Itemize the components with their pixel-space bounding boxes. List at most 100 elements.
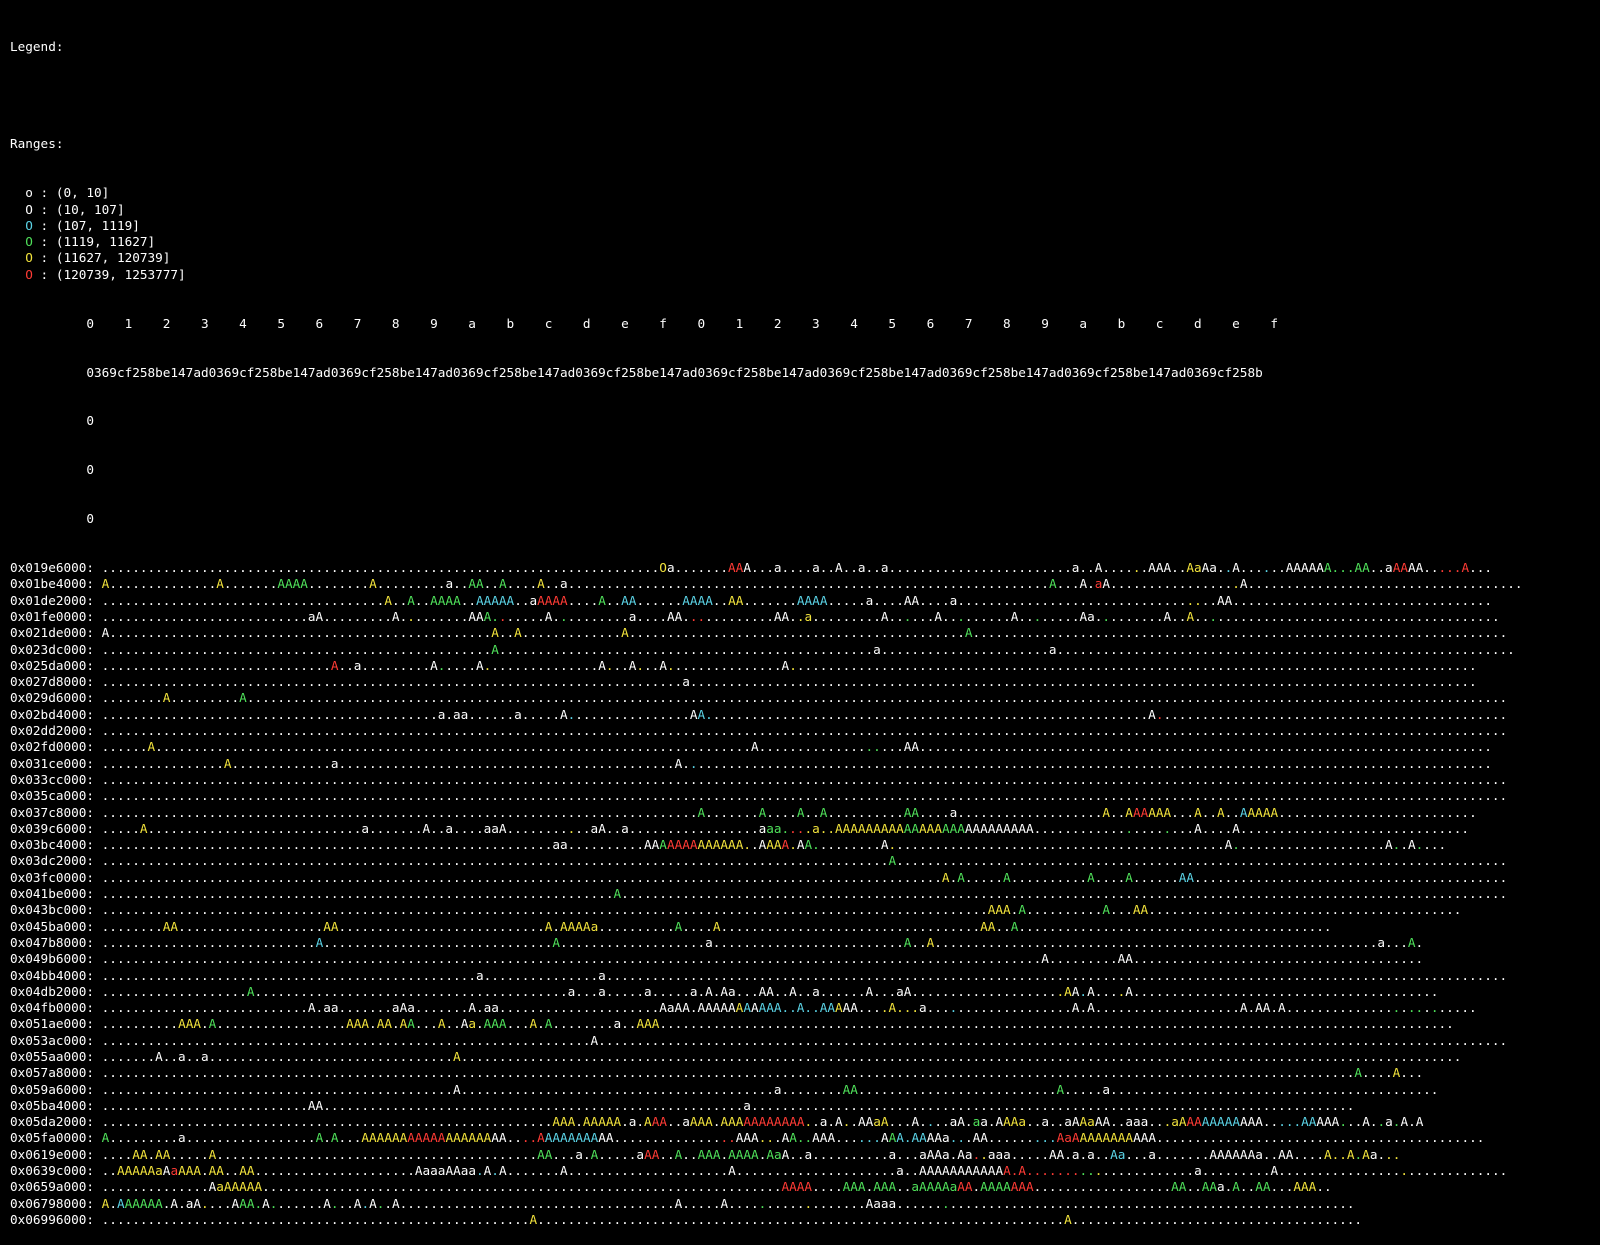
memory-row: 0x05ba4000: ...........................A… — [10, 1098, 1595, 1114]
row-cells: ............................A...........… — [101, 934, 1424, 950]
row-cells: ........................................… — [101, 1211, 1363, 1227]
range-symbol: O — [25, 250, 33, 266]
memory-row: 0x045ba000: ........AA..................… — [10, 919, 1595, 935]
memory-row: 0x05fa0000: A.........a.................… — [10, 1130, 1595, 1146]
row-cells: ........................................… — [101, 967, 1508, 983]
row-cells: ........................................… — [101, 886, 1508, 902]
row-cells: ........................................… — [101, 869, 1508, 885]
range-entry: O : (107, 1119] — [10, 218, 1595, 234]
row-address: 0x049b6000: — [10, 951, 102, 967]
row-address: 0x027d8000: — [10, 674, 102, 690]
memory-row: 0x043bc000: ............................… — [10, 902, 1595, 918]
memory-row: 0x031ce000: ................A...........… — [10, 756, 1595, 772]
row-cells: ........................................… — [101, 951, 1424, 967]
row-address: 0x04db2000: — [10, 983, 102, 999]
row-address: 0x053ac000: — [10, 1032, 102, 1048]
row-address: 0x06798000: — [10, 1195, 102, 1211]
row-cells: ........................................… — [101, 837, 1447, 853]
row-cells: ..........AAA.A.................AAA.AA.A… — [101, 1016, 1454, 1032]
row-cells: ......A.................................… — [101, 739, 1492, 755]
memory-row: 0x027d8000: ............................… — [10, 674, 1595, 690]
row-address: 0x029d6000: — [10, 690, 102, 706]
row-address: 0x06996000: — [10, 1211, 102, 1227]
row-address: 0x05da2000: — [10, 1114, 102, 1130]
row-address: 0x025da000: — [10, 657, 102, 673]
range-symbol: O — [25, 234, 33, 250]
row-cells: ........................................… — [101, 1114, 1424, 1130]
row-cells: ........................................… — [101, 723, 1508, 739]
row-address: 0x021de000: — [10, 625, 102, 641]
memory-row: 0x023dc000: ............................… — [10, 642, 1595, 658]
memory-row: 0x03dc2000: ............................… — [10, 853, 1595, 869]
row-cells: A.......................................… — [101, 625, 1508, 641]
row-address: 0x02bd4000: — [10, 706, 102, 722]
row-address: 0x01fe0000: — [10, 608, 102, 624]
memory-row: 0x051ae000: ..........AAA.A.............… — [10, 1016, 1595, 1032]
row-address: 0x0659a000: — [10, 1179, 102, 1195]
row-address: 0x01de2000: — [10, 592, 102, 608]
memory-row: 0x05da2000: ............................… — [10, 1114, 1595, 1130]
memory-row: 0x01de2000: ............................… — [10, 593, 1595, 609]
row-cells: ....AA.AA.....A.........................… — [101, 1146, 1401, 1162]
row-cells: ...................A....................… — [101, 983, 1439, 999]
row-address: 0x0639c000: — [10, 1163, 102, 1179]
row-address: 0x01be4000: — [10, 576, 102, 592]
row-address: 0x05fa0000: — [10, 1130, 102, 1146]
legend-title: Legend: — [10, 38, 64, 54]
row-cells: ........................................… — [101, 1065, 1424, 1081]
row-cells: ........................................… — [101, 1081, 1439, 1097]
memory-row: 0x04db2000: ...................A........… — [10, 984, 1595, 1000]
row-cells: .....................................A..… — [101, 592, 1493, 608]
memory-row: 0x01fe0000: ...........................a… — [10, 609, 1595, 625]
column-header-row-1: 0 1 2 3 4 5 6 7 8 9 a b c d e f 0 1 2 3 … — [10, 315, 1278, 331]
row-cells: A.AAAAAA.A.aA....AAA.A.......A...A.A..A.… — [101, 1195, 1355, 1211]
row-cells: ........................................… — [101, 560, 1493, 576]
row-cells: ...........................aA.........A.… — [101, 608, 1500, 624]
row-cells: ........................................… — [101, 641, 1515, 657]
row-cells: ........AA...................AA.........… — [101, 918, 1332, 934]
memory-row: 0x0659a000: ..............AaAAAAA.......… — [10, 1179, 1595, 1195]
row-cells: .....A............................a.....… — [101, 820, 1470, 836]
range-list: o : (0, 10] O : (10, 107] O : (107, 1119… — [10, 185, 1595, 283]
row-address: 0x041be000: — [10, 886, 102, 902]
row-cells: ..AAAAAaAaAAA.AA..AA....................… — [101, 1163, 1508, 1179]
column-header-row-2: 0369cf258be147ad0369cf258be147ad0369cf25… — [10, 364, 1263, 380]
row-address: 0x0619e000: — [10, 1146, 102, 1162]
row-address: 0x03bc4000: — [10, 837, 102, 853]
range-text: : (1119, 11627] — [32, 234, 156, 250]
range-entry: O : (11627, 120739] — [10, 250, 1595, 266]
memory-row: 0x055aa000: .......A..a..a..............… — [10, 1049, 1595, 1065]
memory-row: 0x04bb4000: ............................… — [10, 968, 1595, 984]
row-cells: ..............................A..a......… — [101, 657, 1477, 673]
row-cells: ........................................… — [101, 804, 1477, 820]
memory-row: 0x019e6000: ............................… — [10, 560, 1595, 576]
row-address: 0x02fd0000: — [10, 739, 102, 755]
row-address: 0x057a8000: — [10, 1065, 102, 1081]
column-header-row-3: 0 — [10, 413, 95, 429]
row-cells: ........A.........A.....................… — [101, 690, 1508, 706]
memory-row: 0x025da000: ............................… — [10, 658, 1595, 674]
row-address: 0x033cc000: — [10, 771, 102, 787]
range-text: : (0, 10] — [32, 185, 110, 201]
column-header-row-5: 0 — [10, 511, 95, 527]
memory-map-grid: 0x019e6000: ............................… — [10, 560, 1595, 1228]
memory-row: 0x0639c000: ..AAAAAaAaAAA.AA..AA........… — [10, 1163, 1595, 1179]
memory-row: 0x04fb0000: ...........................A… — [10, 1000, 1595, 1016]
memory-row: 0x01be4000: A..............A.......AAAA.… — [10, 576, 1595, 592]
row-address: 0x05ba4000: — [10, 1097, 102, 1113]
row-address: 0x059a6000: — [10, 1081, 102, 1097]
row-cells: ........................................… — [101, 788, 1508, 804]
row-address: 0x031ce000: — [10, 755, 102, 771]
row-address: 0x039c6000: — [10, 820, 102, 836]
row-cells: ...........................A.aa.......aA… — [101, 1000, 1477, 1016]
memory-row: 0x041be000: ............................… — [10, 886, 1595, 902]
memory-row: 0x053ac000: ............................… — [10, 1033, 1595, 1049]
memory-row: 0x02dd2000: ............................… — [10, 723, 1595, 739]
memory-row: 0x049b6000: ............................… — [10, 951, 1595, 967]
range-symbol: o — [25, 185, 33, 201]
ranges-title: Ranges: — [10, 136, 64, 152]
row-cells: ........................................… — [101, 853, 1508, 869]
range-entry: O : (10, 107] — [10, 202, 1595, 218]
range-symbol: O — [25, 201, 33, 217]
memory-row: 0x039c6000: .....A......................… — [10, 821, 1595, 837]
